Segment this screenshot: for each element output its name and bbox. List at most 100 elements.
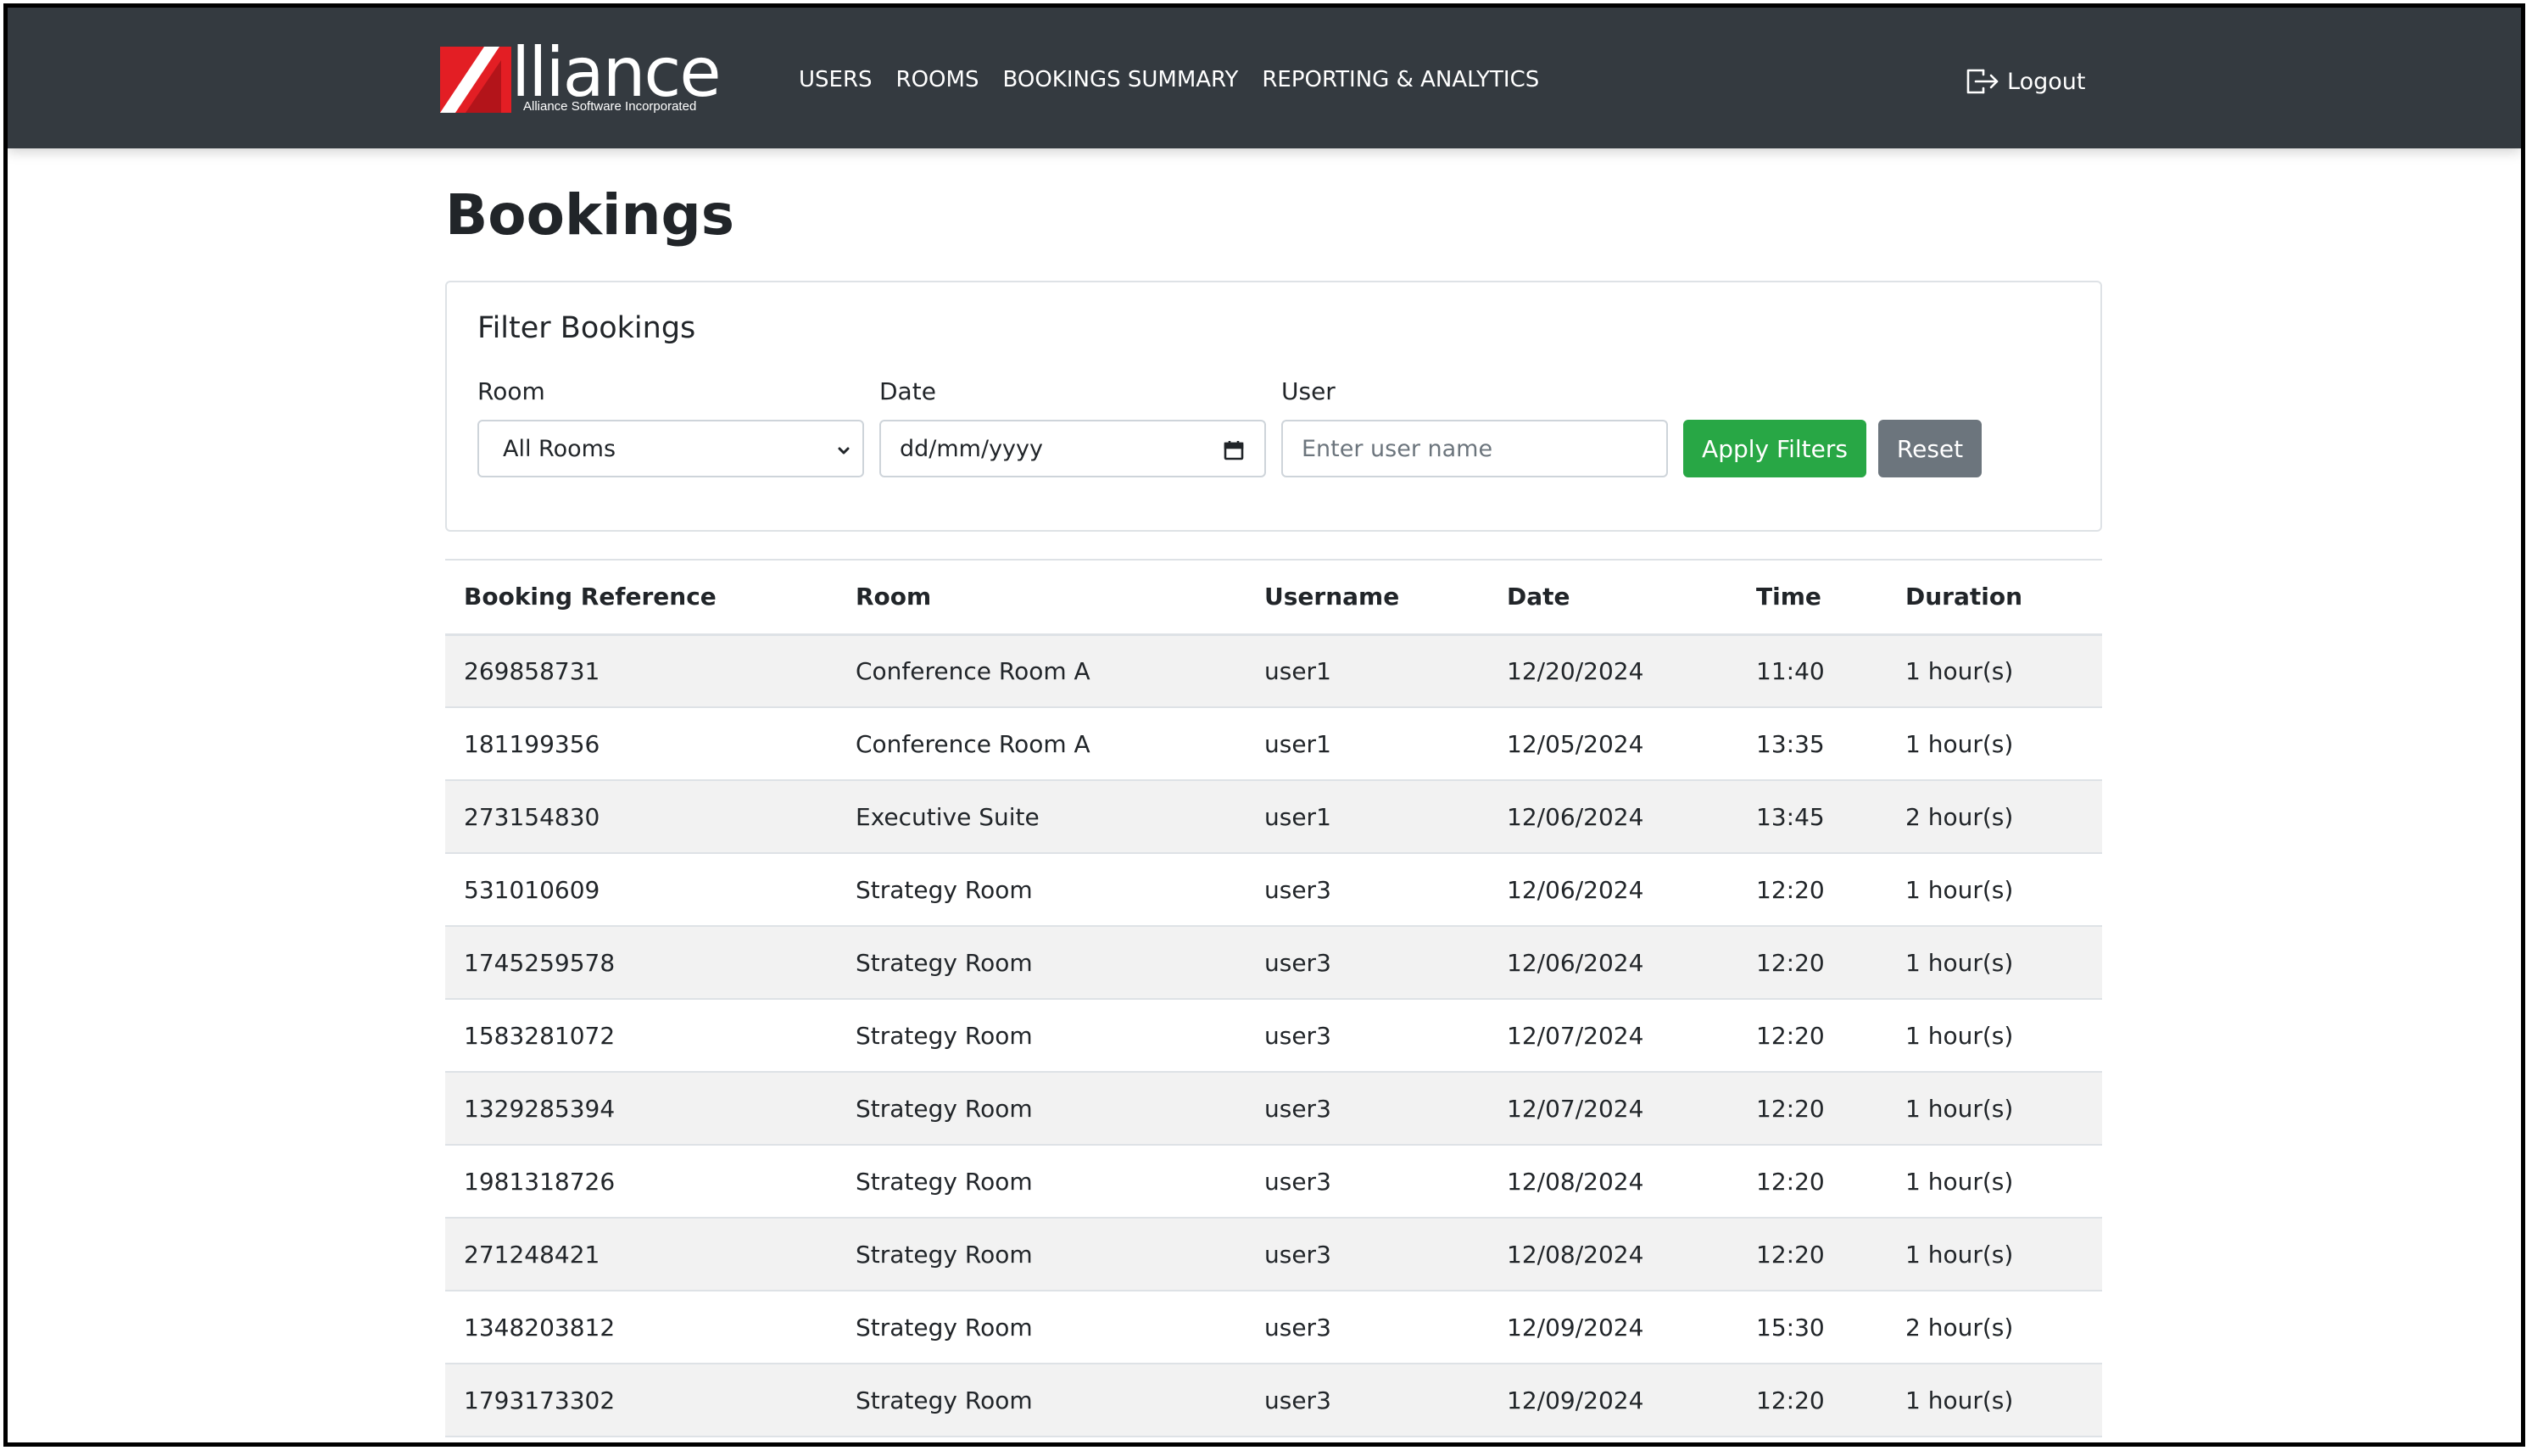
cell-booking-reference: 271248421 — [464, 1240, 600, 1269]
cell-duration: 1 hour(s) — [1905, 1386, 2014, 1414]
cell-date: 12/07/2024 — [1507, 1021, 1644, 1050]
column-header-username: Username — [1264, 583, 1400, 611]
cell-duration: 1 hour(s) — [1905, 1021, 2014, 1050]
cell-booking-reference: 269858731 — [464, 656, 600, 685]
room-filter-label: Room — [477, 377, 545, 405]
logout-button[interactable]: Logout — [1963, 65, 2085, 98]
cell-room: Strategy Room — [856, 1386, 1033, 1414]
table-row: 1348203812 Strategy Room user3 12/09/2024 15… — [445, 1291, 2102, 1364]
cell-username: user1 — [1264, 802, 1331, 831]
cell-time: 15:30 — [1756, 1313, 1825, 1342]
cell-duration: 2 hour(s) — [1905, 802, 2014, 831]
table-row: 531010609 Strategy Room user3 12/06/2024 12:… — [445, 853, 2102, 926]
user-filter-label: User — [1281, 377, 1336, 405]
cell-time: 12:20 — [1756, 875, 1825, 904]
date-input[interactable]: dd/mm/yyyy — [879, 420, 1266, 477]
cell-username: user3 — [1264, 1386, 1331, 1414]
cell-duration: 1 hour(s) — [1905, 656, 2014, 685]
cell-booking-reference: 273154830 — [464, 802, 600, 831]
table-row: 1329285394 Strategy Room user3 12/07/2024 12… — [445, 1072, 2102, 1145]
cell-time: 12:20 — [1756, 948, 1825, 977]
cell-username: user3 — [1264, 1094, 1331, 1123]
cell-room: Conference Room A — [856, 656, 1090, 685]
cell-room: Conference Room A — [856, 729, 1090, 758]
cell-booking-reference: 1329285394 — [464, 1094, 616, 1123]
cell-username: user1 — [1264, 656, 1331, 685]
page-title: Bookings — [445, 182, 735, 248]
room-select[interactable]: All Rooms — [477, 420, 864, 477]
logo-a-mark-icon — [440, 47, 511, 113]
cell-time: 12:20 — [1756, 1094, 1825, 1123]
cell-duration: 1 hour(s) — [1905, 1167, 2014, 1196]
cell-date: 12/09/2024 — [1507, 1313, 1644, 1342]
cell-date: 12/05/2024 — [1507, 729, 1644, 758]
apply-filters-button[interactable]: Apply Filters — [1683, 420, 1866, 477]
cell-room: Strategy Room — [856, 1240, 1033, 1269]
user-name-input[interactable]: Enter user name — [1281, 420, 1668, 477]
nav-link-bookings-summary[interactable]: BOOKINGS SUMMARY — [1002, 67, 1238, 92]
table-header-row: Booking Reference Room Username Date Time Dur… — [445, 560, 2102, 634]
filter-bookings-card: Filter Bookings Room Date User All Rooms… — [445, 281, 2102, 532]
cell-date: 12/06/2024 — [1507, 948, 1644, 977]
table-row: 1583281072 Strategy Room user3 12/07/2024 12… — [445, 999, 2102, 1072]
cell-booking-reference: 531010609 — [464, 875, 600, 904]
cell-booking-reference: 1348203812 — [464, 1313, 616, 1342]
user-name-placeholder: Enter user name — [1302, 435, 1493, 462]
nav-link-rooms[interactable]: ROOMS — [896, 67, 979, 92]
calendar-icon[interactable] — [1222, 438, 1246, 462]
date-filter-label: Date — [879, 377, 936, 405]
nav-link-users[interactable]: USERS — [799, 67, 873, 92]
cell-room: Strategy Room — [856, 1313, 1033, 1342]
cell-date: 12/08/2024 — [1507, 1167, 1644, 1196]
cell-booking-reference: 1981318726 — [464, 1167, 616, 1196]
bookings-table: Booking Reference Room Username Date Time Dur… — [445, 559, 2102, 1437]
table-row: 269858731 Conference Room A user1 12/20/202… — [445, 634, 2102, 707]
cell-booking-reference: 1583281072 — [464, 1021, 616, 1050]
logo-tagline: Alliance Software Incorporated — [523, 99, 697, 114]
cell-time: 12:20 — [1756, 1021, 1825, 1050]
cell-username: user3 — [1264, 1240, 1331, 1269]
table-row: 1981318726 Strategy Room user3 12/08/2024 12… — [445, 1145, 2102, 1218]
column-header-date: Date — [1507, 583, 1570, 611]
brand-logo[interactable]: lliance Alliance Software Incorporated — [440, 35, 722, 120]
table-row: 1745259578 Strategy Room user3 12/06/2024 12… — [445, 926, 2102, 999]
cell-duration: 1 hour(s) — [1905, 1240, 2014, 1269]
filter-card-title: Filter Bookings — [477, 311, 696, 345]
table-row: 271248421 Strategy Room user3 12/08/2024 12:… — [445, 1218, 2102, 1291]
room-select-value: All Rooms — [503, 435, 616, 462]
cell-booking-reference: 1793173302 — [464, 1386, 616, 1414]
nav-links: USERS ROOMS BOOKINGS SUMMARY REPORTING &… — [799, 67, 1539, 92]
cell-duration: 1 hour(s) — [1905, 948, 2014, 977]
cell-time: 11:40 — [1756, 656, 1825, 685]
cell-date: 12/07/2024 — [1507, 1094, 1644, 1123]
cell-room: Strategy Room — [856, 1167, 1033, 1196]
cell-room: Strategy Room — [856, 948, 1033, 977]
cell-duration: 1 hour(s) — [1905, 1094, 2014, 1123]
cell-time: 12:20 — [1756, 1167, 1825, 1196]
cell-date: 12/09/2024 — [1507, 1386, 1644, 1414]
table-row: 181199356 Conference Room A user1 12/05/202… — [445, 707, 2102, 780]
cell-duration: 1 hour(s) — [1905, 729, 2014, 758]
date-input-placeholder: dd/mm/yyyy — [900, 435, 1043, 462]
cell-duration: 1 hour(s) — [1905, 875, 2014, 904]
cell-time: 13:45 — [1756, 802, 1825, 831]
cell-username: user3 — [1264, 1313, 1331, 1342]
cell-time: 13:35 — [1756, 729, 1825, 758]
table-row: 273154830 Executive Suite user1 12/06/2024 1… — [445, 780, 2102, 853]
reset-button[interactable]: Reset — [1878, 420, 1982, 477]
column-header-booking-reference: Booking Reference — [464, 583, 717, 611]
cell-room: Executive Suite — [856, 802, 1040, 831]
cell-date: 12/20/2024 — [1507, 656, 1644, 685]
cell-duration: 2 hour(s) — [1905, 1313, 2014, 1342]
cell-date: 12/06/2024 — [1507, 802, 1644, 831]
cell-time: 12:20 — [1756, 1386, 1825, 1414]
cell-username: user3 — [1264, 948, 1331, 977]
cell-date: 12/08/2024 — [1507, 1240, 1644, 1269]
browser-frame: lliance Alliance Software Incorporated U… — [3, 3, 2525, 1447]
cell-time: 12:20 — [1756, 1240, 1825, 1269]
cell-room: Strategy Room — [856, 1021, 1033, 1050]
cell-room: Strategy Room — [856, 875, 1033, 904]
logout-label: Logout — [2007, 68, 2086, 95]
nav-link-reporting-analytics[interactable]: REPORTING & ANALYTICS — [1262, 67, 1539, 92]
column-header-room: Room — [856, 583, 932, 611]
